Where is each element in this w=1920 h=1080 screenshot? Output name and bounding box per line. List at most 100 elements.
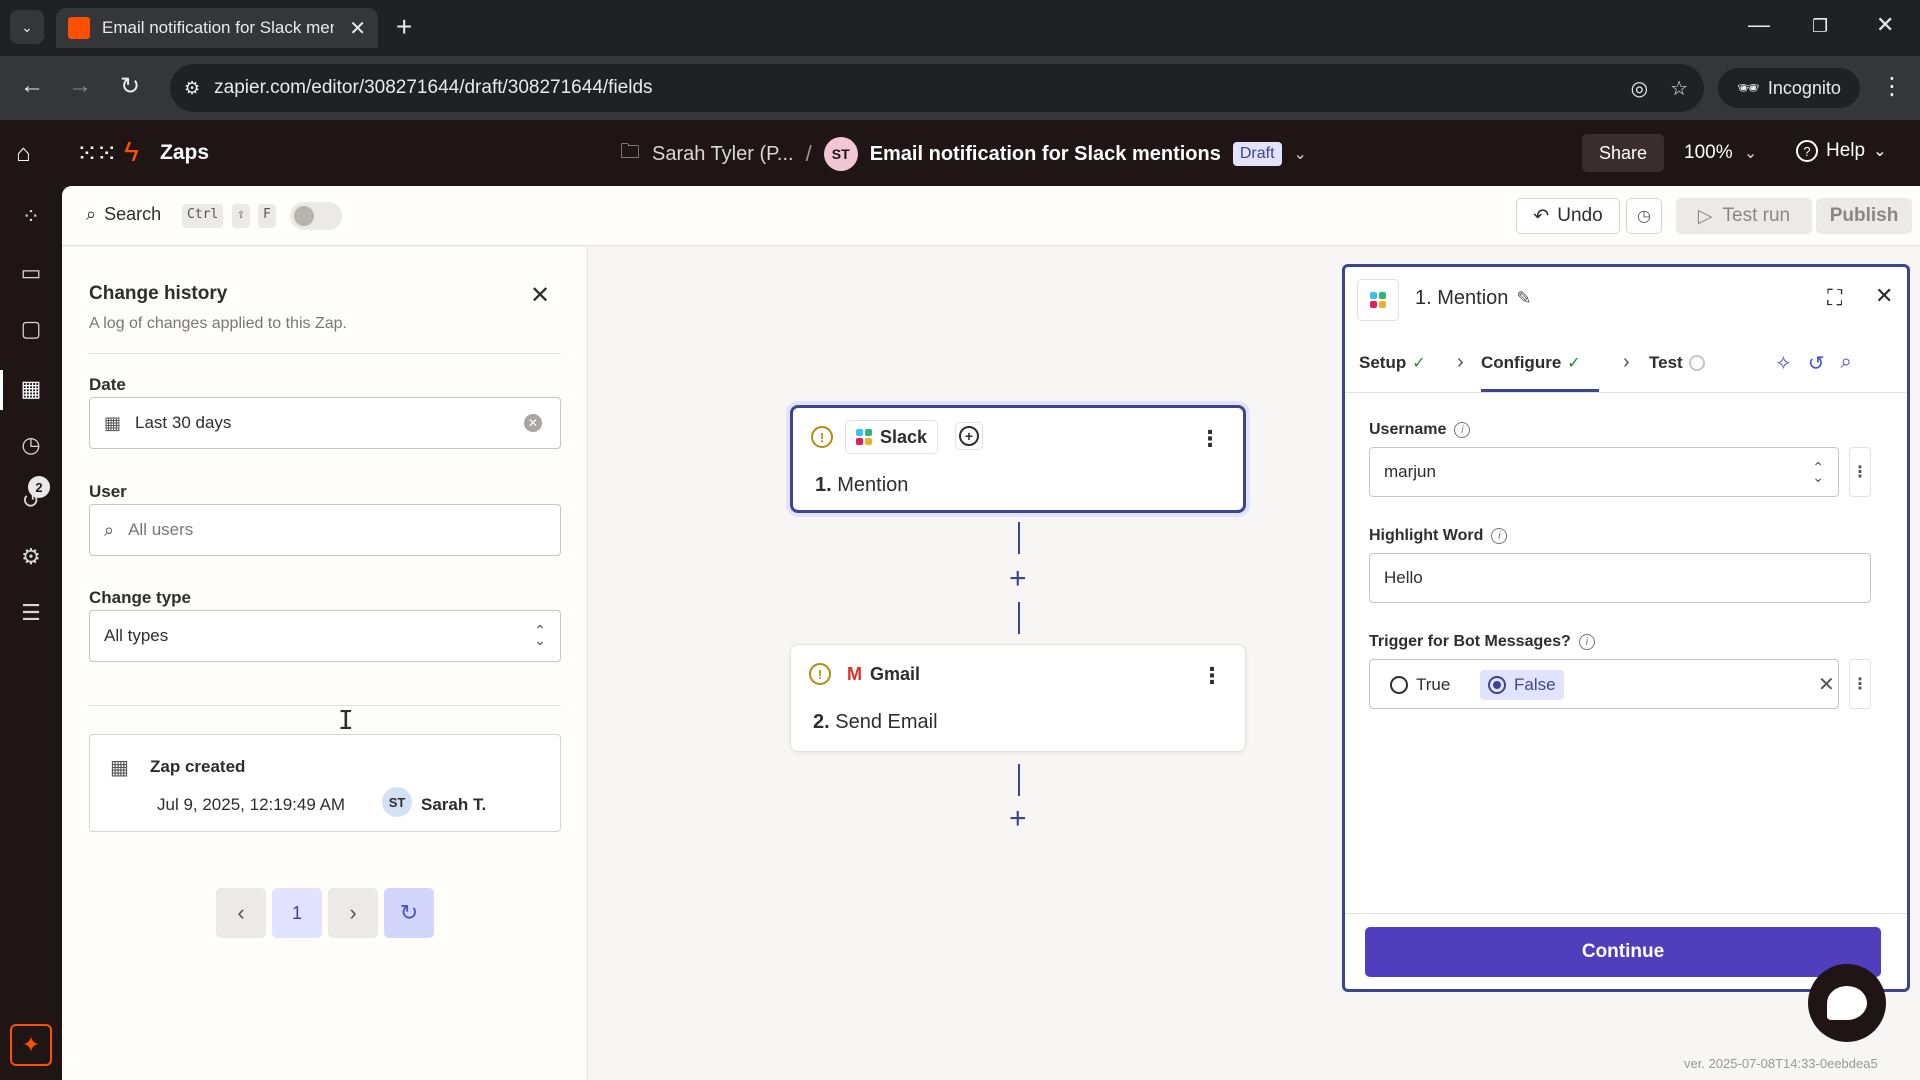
reload-icon[interactable]: ↻ [120, 72, 140, 101]
new-tab-icon[interactable]: + [396, 12, 412, 42]
radio-false[interactable]: False [1480, 670, 1564, 700]
ai-sparkle-icon[interactable]: ✧ [1775, 351, 1792, 376]
calendar-icon[interactable]: ▦ [16, 374, 46, 404]
restore-icon[interactable]: ❐ [1812, 16, 1828, 37]
home-icon[interactable]: ⌂ [16, 140, 31, 168]
entry-title: Zap created [150, 757, 246, 776]
add-step-plus-icon[interactable]: + [1009, 804, 1027, 834]
more-options-icon[interactable]: ⋮ [1201, 663, 1223, 689]
history-entry[interactable]: ▦ Zap created Jul 9, 2025, 12:19:49 AM S… [89, 734, 561, 832]
help-icon: ? [1796, 140, 1818, 162]
chevron-down-icon: ⌄ [1873, 143, 1887, 160]
clock-icon[interactable]: ◷ [16, 430, 46, 460]
field-options-icon[interactable]: ⋮ [1849, 447, 1871, 497]
date-filter[interactable]: ▦ Last 30 days ✕ [89, 397, 561, 449]
test-run-button[interactable]: ▷ Test run [1676, 198, 1812, 234]
radio-true[interactable]: True [1382, 670, 1458, 700]
chevron-down-icon[interactable]: ⌄ [1294, 144, 1307, 164]
site-info-icon[interactable]: ⚙ [184, 78, 200, 99]
more-options-icon[interactable]: ⋮ [1199, 426, 1221, 452]
eye-off-icon[interactable]: ◎ [1631, 76, 1648, 101]
star-icon[interactable]: ☆ [1670, 76, 1688, 101]
forward-icon[interactable]: → [68, 72, 92, 100]
version-history-button[interactable]: ◷ [1626, 198, 1662, 234]
zoom-select[interactable]: 100% ⌄ [1684, 142, 1757, 164]
highlight-word-input[interactable]: Hello [1369, 553, 1871, 603]
reset-icon[interactable]: ↺ [1808, 351, 1825, 376]
notification-badge: 2 [28, 476, 50, 498]
tab-label: Setup [1359, 353, 1407, 372]
chevron-left-icon: ‹ [237, 900, 245, 925]
avatar: ST [382, 787, 412, 817]
search-icon: ⌕ [104, 519, 115, 540]
zap-title[interactable]: Email notification for Slack mentions [870, 143, 1221, 166]
support-chat-button[interactable] [1808, 964, 1886, 1042]
tab-test[interactable]: Test [1649, 353, 1705, 373]
info-icon[interactable]: i [1491, 528, 1508, 544]
breadcrumb-folder[interactable]: Sarah Tyler (P... [652, 143, 794, 166]
document-icon[interactable]: ▭ [16, 258, 46, 288]
publish-button[interactable]: Publish [1816, 198, 1912, 234]
info-icon[interactable]: i [1578, 634, 1595, 650]
browser-menu-icon[interactable]: ⋮ [1880, 72, 1904, 101]
active-tab-indicator [1481, 389, 1599, 392]
clear-icon[interactable]: ✕ [524, 414, 542, 432]
field-label: Username [1369, 421, 1447, 438]
breadcrumb-separator: / [805, 141, 812, 166]
incognito-profile[interactable]: 🕶 Incognito [1718, 68, 1860, 108]
pencil-icon[interactable]: ✎ [1516, 288, 1531, 309]
ai-copilot-button[interactable]: ✦ [10, 1024, 52, 1066]
tab-configure[interactable]: Configure ✓ [1481, 353, 1581, 373]
search-icon: ⌕ [86, 204, 97, 224]
step-app-chip: M Gmail [837, 657, 930, 691]
search-button[interactable]: ⌕ Search [86, 204, 161, 225]
next-page-button[interactable]: › [328, 888, 378, 938]
back-icon[interactable]: ← [20, 72, 44, 100]
close-icon[interactable]: ✕ [530, 281, 550, 310]
help-menu[interactable]: ? Help ⌄ [1796, 140, 1886, 162]
username-value: marjun [1384, 462, 1436, 481]
share-button[interactable]: Share [1582, 134, 1664, 172]
continue-button[interactable]: Continue [1365, 927, 1881, 977]
info-icon[interactable]: i [1454, 422, 1471, 438]
app-grid-icon[interactable]: ⁙⁙ [76, 138, 118, 169]
warning-icon: ! [809, 663, 831, 685]
add-step-chip[interactable]: + [955, 422, 983, 450]
comment-icon[interactable]: ▢ [16, 314, 46, 344]
url-bar[interactable]: ⚙ zapier.com/editor/308271644/draft/3082… [170, 64, 1704, 112]
canvas-toggle[interactable] [290, 202, 342, 230]
close-icon[interactable]: ✕ [1875, 283, 1893, 309]
history-icon: ◷ [1637, 208, 1651, 225]
add-step-plus-icon[interactable]: + [1009, 564, 1027, 594]
zaps-link[interactable]: Zaps [160, 141, 209, 165]
field-options-icon[interactable]: ⋮ [1849, 659, 1871, 709]
minimize-icon[interactable]: — [1748, 12, 1770, 38]
chevron-down-icon: ⌄ [1743, 145, 1758, 162]
tab-setup[interactable]: Setup ✓ [1359, 353, 1426, 373]
clear-icon[interactable]: ✕ [1818, 672, 1835, 697]
user-filter-input[interactable]: ⌕ All users [89, 504, 561, 556]
highlight-word-value: Hello [1384, 568, 1423, 587]
browser-tab[interactable]: Email notification for Slack men ✕ [56, 8, 378, 48]
step-node-trigger[interactable]: ! Slack + 1. Mention ⋮ [790, 405, 1246, 513]
gear-icon[interactable]: ⚙ [16, 542, 46, 572]
step-panel-title-text: 1. Mention [1415, 287, 1509, 309]
tab-search-button[interactable]: ⌄ [10, 10, 44, 44]
change-history-panel: Change history A log of changes applied … [62, 247, 588, 1080]
select-arrows-icon: ⌃ ⌄ [534, 622, 546, 648]
apps-icon[interactable]: ⁘ [16, 202, 46, 232]
undo-label: Undo [1557, 205, 1603, 226]
undo-button[interactable]: ↶ Undo [1516, 198, 1620, 234]
tab-close-icon[interactable]: ✕ [349, 16, 366, 41]
expand-icon[interactable]: ⛶ [1827, 285, 1842, 311]
window-close-icon[interactable]: ✕ [1876, 12, 1894, 38]
page-number[interactable]: 1 [272, 888, 322, 938]
undo-icon: ↶ [1533, 205, 1550, 227]
username-select[interactable]: marjun ⌃ ⌄ [1369, 447, 1839, 497]
refresh-button[interactable]: ↻ [384, 888, 434, 938]
prev-page-button[interactable]: ‹ [216, 888, 266, 938]
layers-icon[interactable]: ☰ [16, 598, 46, 628]
step-node-action[interactable]: ! M Gmail 2. Send Email ⋮ [790, 644, 1246, 752]
change-type-select[interactable]: All types ⌃ ⌄ [89, 610, 561, 662]
search-icon[interactable]: ⌕ [1841, 351, 1852, 376]
